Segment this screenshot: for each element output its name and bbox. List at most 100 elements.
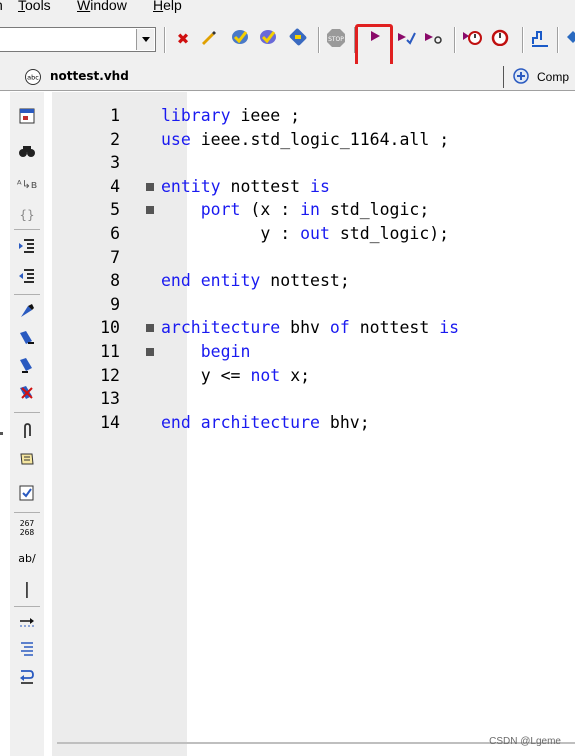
toolbar-separator: [14, 294, 40, 295]
code-line[interactable]: 5 port (x : in std_logic;: [44, 198, 575, 222]
code-text: architecture bhv of nottest is: [161, 318, 460, 338]
fold-marker-icon[interactable]: [146, 324, 154, 333]
tab-arrow-icon[interactable]: [15, 612, 39, 634]
line-number: 11: [100, 342, 120, 361]
code-text: use ieee.std_logic_1164.all ;: [161, 129, 450, 149]
line-number: 3: [110, 153, 120, 173]
code-line[interactable]: 3: [44, 151, 575, 175]
checklist-icon[interactable]: [15, 484, 39, 506]
compile-report-button[interactable]: Comp: [512, 66, 575, 88]
line-number: 9: [110, 294, 120, 314]
vhdl-file-icon: abc: [24, 68, 42, 90]
cursor-icon[interactable]: |: [15, 578, 39, 600]
document-tab-bar: abc nottest.vhd Comp: [0, 64, 575, 91]
step-icon[interactable]: [396, 28, 416, 50]
toolbar-separator: [164, 27, 166, 53]
code-line[interactable]: 6 y : out std_logic);: [44, 222, 575, 246]
code-text: port (x : in std_logic;: [200, 200, 430, 220]
timer-icon[interactable]: [462, 28, 482, 50]
build-icon[interactable]: [230, 28, 250, 50]
bookmark-next-icon[interactable]: [15, 329, 39, 351]
code-line[interactable]: 11 begin: [44, 340, 575, 364]
indent-icon[interactable]: [15, 237, 39, 259]
window-icon[interactable]: [15, 107, 39, 129]
brace-match-icon[interactable]: {}: [15, 204, 39, 226]
code-line[interactable]: 8 end entity nottest;: [44, 269, 575, 293]
toolbar-separator: [454, 27, 456, 53]
line-number: 5: [110, 200, 120, 220]
line-number: 14: [100, 412, 120, 432]
toolbar-separator: [14, 512, 40, 513]
line-number-icon[interactable]: 267 268: [15, 519, 39, 541]
line-number: 4: [110, 176, 120, 196]
extra-icon[interactable]: [562, 28, 575, 50]
list-icon[interactable]: [15, 640, 39, 662]
editor-left-toolbar: ᴬ↳ʙ {} 267 268 ab/ |: [10, 92, 45, 756]
toolbar-separator: [14, 229, 40, 230]
toolbar-separator: [522, 27, 524, 53]
line-number: 8: [110, 271, 120, 291]
line-number: 6: [110, 224, 120, 243]
design-unit-dropdown[interactable]: [0, 27, 156, 52]
tab-nottest-vhd[interactable]: nottest.vhd: [50, 69, 129, 83]
menu-tools-fragment: h: [0, 0, 3, 13]
code-line[interactable]: 7: [44, 246, 575, 270]
fold-marker-icon[interactable]: [146, 206, 154, 215]
step-over-icon[interactable]: [423, 28, 443, 50]
code-line[interactable]: 12 y <= not x;: [44, 364, 575, 388]
toolbar-separator: [557, 27, 559, 53]
bookmark-clear-icon[interactable]: [15, 384, 39, 406]
line-number: 1: [110, 106, 120, 125]
build-all-icon[interactable]: [258, 28, 278, 50]
compile-icon[interactable]: ✖: [173, 28, 193, 50]
svg-text:abc: abc: [27, 74, 39, 82]
menu-window[interactable]: Window: [77, 0, 127, 13]
attach-icon[interactable]: [15, 422, 39, 444]
toolbar-separator: [14, 412, 40, 413]
code-text: end architecture bhv;: [161, 412, 370, 432]
rebuild-icon[interactable]: [288, 28, 308, 50]
menu-tools[interactable]: Tools: [18, 0, 51, 13]
pen-icon[interactable]: [198, 28, 218, 50]
code-line[interactable]: 2 use ieee.std_logic_1164.all ;: [44, 128, 575, 152]
code-text: end entity nottest;: [161, 271, 350, 291]
svg-text:STOP: STOP: [328, 36, 344, 43]
stopwatch-icon[interactable]: [490, 28, 510, 50]
menu-bar: h Tools Window Help: [0, 0, 575, 14]
compile-report-icon: [512, 67, 530, 89]
toolbar-separator: [14, 606, 40, 607]
code-text: begin: [200, 342, 251, 361]
tab-divider: [503, 66, 504, 88]
chevron-down-icon[interactable]: [136, 29, 154, 50]
menu-help[interactable]: Help: [153, 0, 182, 13]
code-line[interactable]: 1 library ieee ;: [44, 104, 575, 128]
waveform-icon[interactable]: [530, 28, 550, 50]
code-line[interactable]: 10 architecture bhv of nottest is: [44, 316, 575, 340]
bookmark-toggle-icon[interactable]: [15, 302, 39, 324]
line-number: 2: [110, 129, 120, 149]
bookmark-prev-icon[interactable]: [15, 356, 39, 378]
page-marker: [0, 432, 3, 435]
code-text: y <= not x;: [200, 365, 311, 385]
code-text: library ieee ;: [161, 106, 301, 125]
code-line[interactable]: 13: [44, 387, 575, 411]
line-number: 7: [110, 247, 120, 267]
code-editor[interactable]: 1 library ieee ; 2 use ieee.std_logic_1164.…: [44, 92, 575, 756]
code-line[interactable]: 9: [44, 293, 575, 317]
comment-icon[interactable]: ab/: [15, 548, 39, 570]
toolbar: ✖ STOP: [0, 14, 575, 90]
scroll-icon[interactable]: [15, 450, 39, 472]
wrap-icon[interactable]: [15, 667, 39, 689]
replace-icon[interactable]: ᴬ↳ʙ: [15, 174, 39, 196]
fold-marker-icon[interactable]: [146, 348, 154, 356]
line-number: 10: [100, 318, 120, 338]
outdent-icon[interactable]: [15, 267, 39, 289]
stop-icon[interactable]: STOP: [326, 28, 346, 50]
code-text: entity nottest is: [161, 176, 330, 196]
find-icon[interactable]: [15, 142, 39, 164]
code-line[interactable]: 4 entity nottest is: [44, 175, 575, 199]
line-number: 12: [100, 365, 120, 385]
code-line[interactable]: 14 end architecture bhv;: [44, 411, 575, 435]
fold-marker-icon[interactable]: [146, 182, 154, 191]
line-number: 13: [100, 389, 120, 409]
